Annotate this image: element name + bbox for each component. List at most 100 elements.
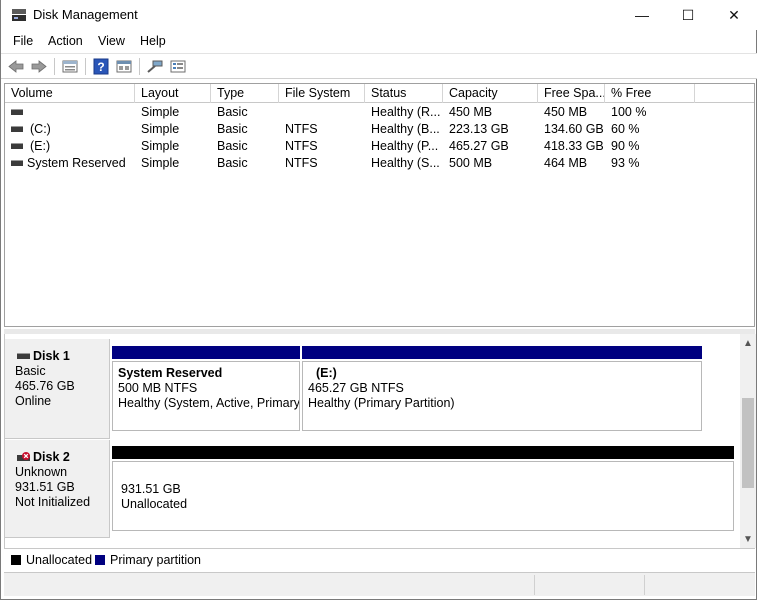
volume-icon <box>11 143 23 149</box>
volume-row[interactable]: (C:) Simple Basic NTFS Healthy (B... 223… <box>5 121 754 138</box>
column-type[interactable]: Type <box>211 84 279 103</box>
disk-2-size: 931.51 GB <box>15 480 75 494</box>
scroll-down-icon[interactable]: ▼ <box>740 532 756 548</box>
volume-percent-free: 90 % <box>611 139 640 153</box>
volume-row[interactable]: System Reserved Simple Basic NTFS Health… <box>5 155 754 172</box>
column-capacity[interactable]: Capacity <box>443 84 538 103</box>
legend-unallocated: Unallocated <box>26 553 93 567</box>
volume-status: Healthy (R... <box>371 105 441 119</box>
volume-free: 450 MB <box>544 105 588 119</box>
partition-status: Unallocated <box>121 497 188 511</box>
title-bar: Disk Management — ☐ ✕ <box>1 0 757 30</box>
disk-2-label[interactable]: Disk 2 Unknown 931.51 GB Not Initialized <box>5 440 110 538</box>
menu-action[interactable]: Action <box>48 34 83 48</box>
volume-row[interactable]: (E:) Simple Basic NTFS Healthy (P... 465… <box>5 138 754 155</box>
volume-fs: NTFS <box>285 122 318 136</box>
toolbar: ? <box>1 53 757 79</box>
disk-1-name-row: Disk 1 <box>15 349 109 364</box>
vertical-scrollbar[interactable]: ▲ ▼ <box>740 334 756 548</box>
column-file-system[interactable]: File System <box>279 84 365 103</box>
partition-unallocated[interactable]: 931.51 GB Unallocated <box>112 461 734 531</box>
volume-layout: Simple <box>141 105 180 119</box>
toolbar-separator <box>139 58 140 75</box>
disk-list-icon[interactable] <box>61 58 79 75</box>
connect-icon[interactable] <box>146 58 164 75</box>
column-free-space[interactable]: Free Spa... <box>538 84 605 103</box>
partition-bar-unallocated <box>112 446 734 459</box>
disk-1-type: Basic <box>15 364 46 378</box>
volume-name: (C:) <box>30 122 51 136</box>
disk-1-name: Disk 1 <box>33 349 70 363</box>
close-icon: ✕ <box>728 6 740 23</box>
partition-size: 465.27 GB NTFS <box>308 381 404 395</box>
volume-list: Volume Layout Type File System Status Ca… <box>4 83 755 327</box>
forward-icon[interactable] <box>30 58 48 75</box>
volume-capacity: 450 MB <box>449 105 493 119</box>
disk-2-name-row: Disk 2 <box>15 450 109 465</box>
disk-1-label[interactable]: Disk 1 Basic 465.76 GB Online <box>5 339 110 439</box>
volume-free: 464 MB <box>544 156 588 170</box>
volume-free: 418.33 GB <box>544 139 604 153</box>
properties-icon[interactable] <box>115 58 133 75</box>
column-volume[interactable]: Volume <box>5 84 135 103</box>
disk-1-size: 465.76 GB <box>15 379 75 393</box>
volume-fs: NTFS <box>285 156 318 170</box>
menu-help[interactable]: Help <box>140 34 166 48</box>
disk-management-app-icon <box>12 9 26 21</box>
unallocated-swatch <box>11 555 21 565</box>
column-layout[interactable]: Layout <box>135 84 211 103</box>
partition-title: System Reserved <box>118 366 223 380</box>
svg-text:?: ? <box>97 60 104 74</box>
back-icon[interactable] <box>7 58 25 75</box>
volume-status: Healthy (S... <box>371 156 440 170</box>
partition-e-drive[interactable]: (E:) 465.27 GB NTFS Healthy (Primary Par… <box>302 361 702 431</box>
volume-fs: NTFS <box>285 139 318 153</box>
status-bar-divider <box>644 575 645 595</box>
scroll-up-icon[interactable]: ▲ <box>740 336 756 352</box>
volume-name <box>27 104 133 121</box>
minimize-button[interactable]: — <box>619 0 665 30</box>
legend-primary-partition: Primary partition <box>110 553 201 567</box>
column-status[interactable]: Status <box>365 84 443 103</box>
volume-row[interactable]: Simple Basic Healthy (R... 450 MB 450 MB… <box>5 104 754 121</box>
volume-type: Basic <box>217 122 248 136</box>
volume-layout: Simple <box>141 156 180 170</box>
disk-1-state: Online <box>15 394 52 408</box>
maximize-icon: ☐ <box>681 6 695 23</box>
menu-file[interactable]: File <box>13 34 33 48</box>
volume-icon <box>11 109 23 115</box>
settings-icon[interactable] <box>169 58 187 75</box>
volume-capacity: 500 MB <box>449 156 493 170</box>
partition-bar-primary <box>302 346 702 359</box>
disk-not-initialized-icon <box>17 452 30 461</box>
volume-layout: Simple <box>141 139 180 153</box>
disk-2-type: Unknown <box>15 465 68 479</box>
partition-size: 500 MB NTFS <box>118 381 198 395</box>
volume-type: Basic <box>217 139 248 153</box>
volume-type: Basic <box>217 105 248 119</box>
close-button[interactable]: ✕ <box>711 0 757 30</box>
status-bar-divider <box>534 575 535 595</box>
legend: Unallocated Primary partition <box>4 548 755 570</box>
volume-icon <box>11 126 23 132</box>
column-percent-free[interactable]: % Free <box>605 84 695 103</box>
volume-icon <box>11 160 23 166</box>
volume-free: 134.60 GB <box>544 122 604 136</box>
volume-capacity: 465.27 GB <box>449 139 509 153</box>
volume-list-header: Volume Layout Type File System Status Ca… <box>5 84 754 103</box>
volume-percent-free: 100 % <box>611 105 647 119</box>
partition-size: 931.51 GB <box>121 482 181 496</box>
disk-management-window: Disk Management — ☐ ✕ File Action View H… <box>0 0 757 600</box>
primary-partition-swatch <box>95 555 105 565</box>
partition-system-reserved[interactable]: System Reserved 500 MB NTFS Healthy (Sys… <box>112 361 300 431</box>
menu-bar: File Action View Help <box>1 30 757 52</box>
disk-2-name: Disk 2 <box>33 450 70 464</box>
disk-icon <box>17 353 30 359</box>
disk-graph-view: Disk 1 Basic 465.76 GB Online System Res… <box>4 334 756 548</box>
scroll-thumb[interactable] <box>742 398 754 488</box>
help-icon[interactable]: ? <box>92 58 110 75</box>
menu-view[interactable]: View <box>98 34 125 48</box>
volume-status: Healthy (B... <box>371 122 440 136</box>
maximize-button[interactable]: ☐ <box>665 0 711 30</box>
volume-percent-free: 60 % <box>611 122 640 136</box>
